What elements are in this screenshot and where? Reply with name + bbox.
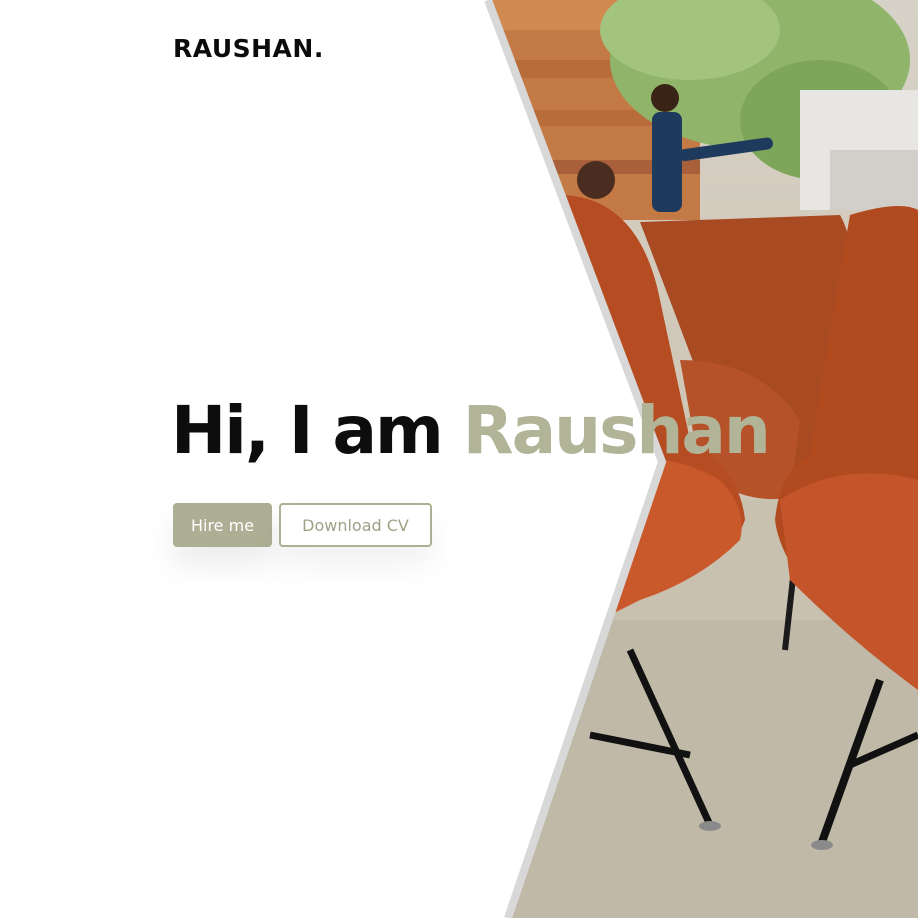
hero-name: Raushan (462, 392, 771, 469)
download-cv-button[interactable]: Download CV (279, 503, 432, 547)
site-logo[interactable]: RAUSHAN. (173, 34, 324, 63)
hire-me-button[interactable]: Hire me (173, 503, 272, 547)
hero-headline: Hi, I am Raushan (171, 391, 771, 471)
hero-greeting: Hi, I am (171, 392, 444, 469)
hero-actions: Hire me Download CV (173, 503, 432, 547)
